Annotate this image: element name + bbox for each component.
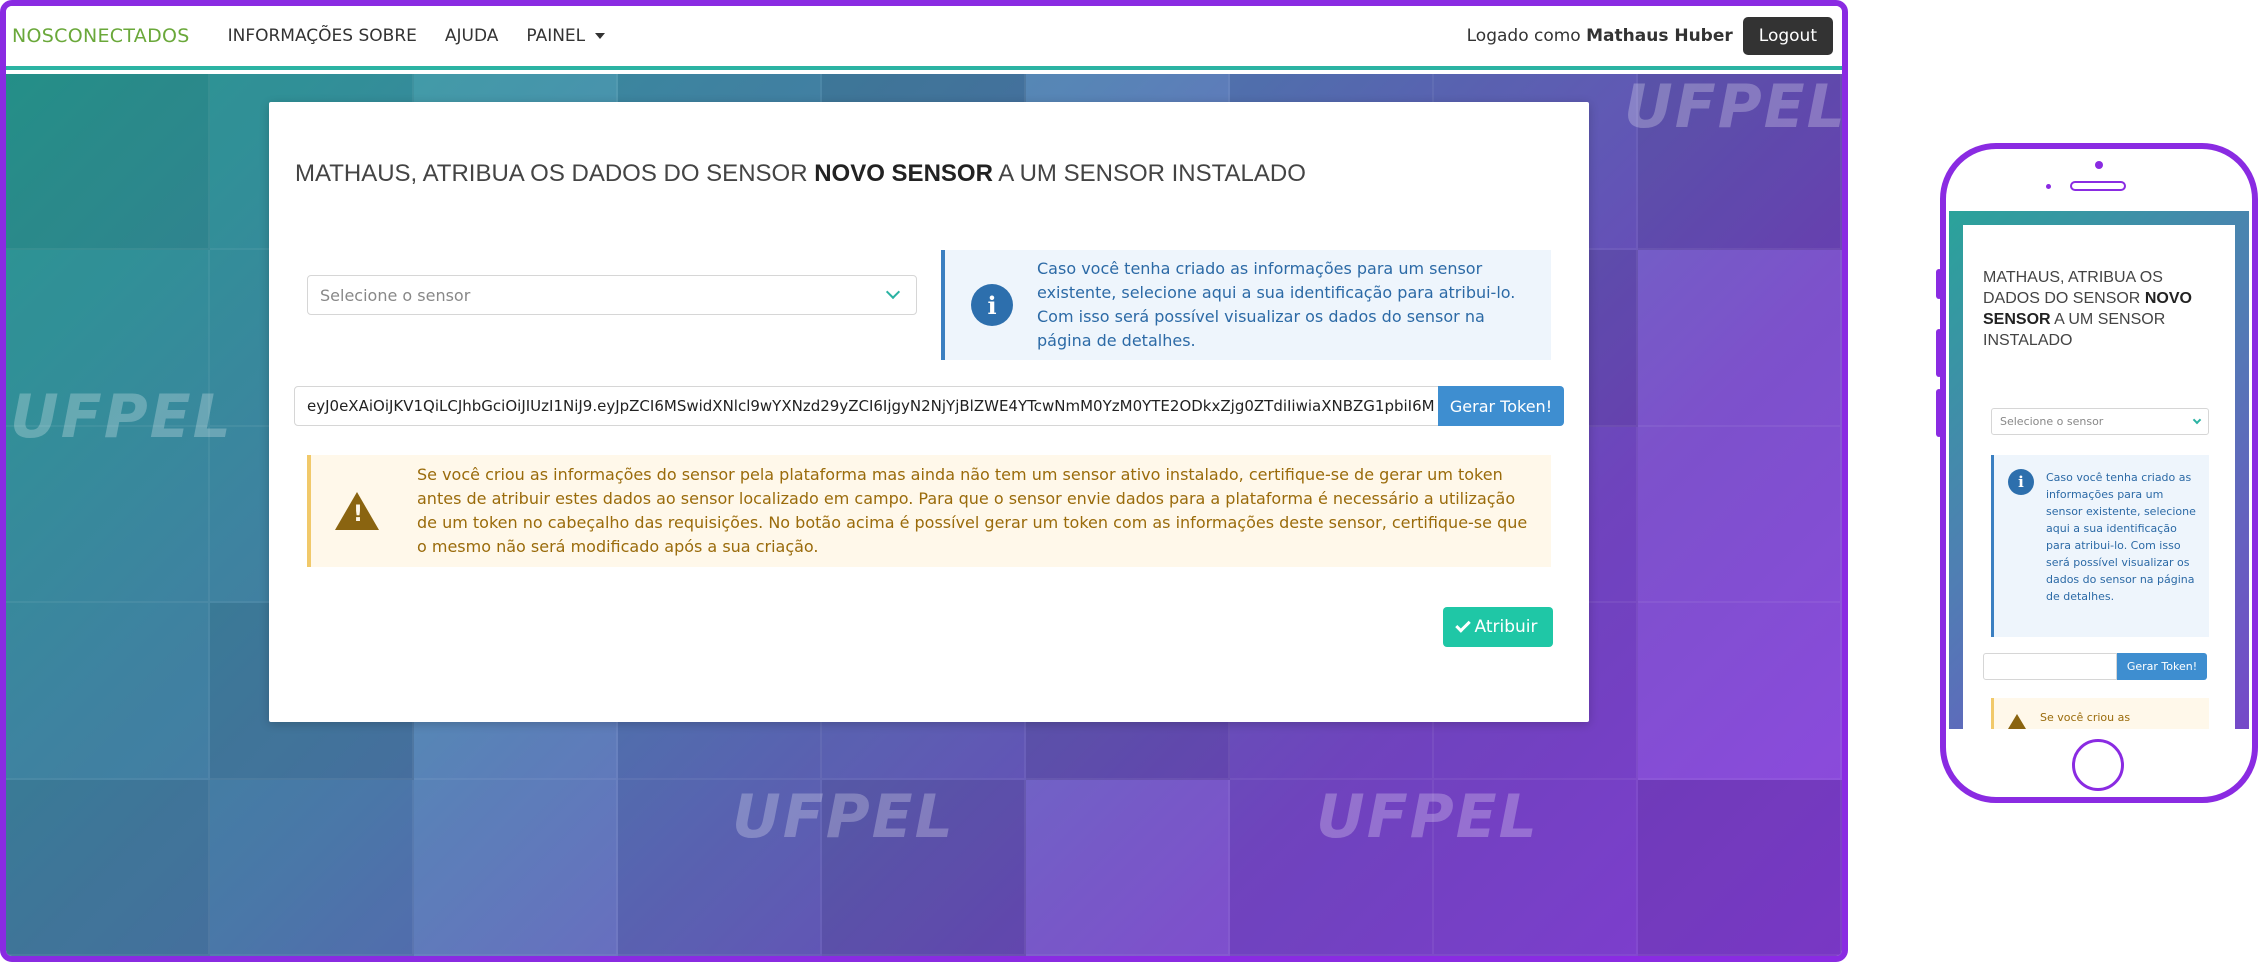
caret-down-icon (595, 33, 606, 39)
warning-alert: ! Se você criou as informações do sensor… (307, 455, 1551, 567)
token-input[interactable]: eyJ0eXAiOiJKV1QiLCJhbGciOiJIUzI1NiJ9.eyJ… (294, 386, 1440, 426)
mobile-generate-token-button[interactable]: Gerar Token! (2117, 653, 2207, 680)
logout-button[interactable]: Logout (1742, 17, 1833, 55)
info-alert: i Caso você tenha criado as informações … (941, 250, 1551, 360)
ufpel-watermark: UFPEL (732, 782, 955, 852)
photo-tile (1638, 426, 1842, 604)
mobile-title-prefix: MATHAUS, ATRIBUA OS DADOS DO SENSOR (1983, 269, 2163, 307)
phone-camera (2095, 161, 2103, 169)
warning-icon: ! (335, 492, 379, 530)
mobile-token-input[interactable] (1983, 653, 2117, 680)
photo-tile (1638, 250, 1842, 427)
desktop-frame: NOSCONECTADOS INFORMAÇÕES SOBRE AJUDA PA… (0, 0, 1848, 962)
nav-item-informacoes[interactable]: INFORMAÇÕES SOBRE (228, 26, 417, 46)
photo-tile (6, 603, 210, 780)
brand-logo[interactable]: NOSCONECTADOS (12, 25, 190, 47)
info-icon: i (971, 284, 1013, 326)
mobile-panel: MATHAUS, ATRIBUA OS DADOS DO SENSOR NOVO… (1963, 225, 2235, 729)
generate-token-button[interactable]: Gerar Token! (1438, 386, 1564, 426)
chevron-down-icon (2192, 415, 2202, 425)
user-name: Mathaus Huber (1586, 26, 1733, 46)
phone-side-button (1936, 389, 1942, 437)
assign-sensor-panel: MATHAUS, ATRIBUA OS DADOS DO SENSOR NOVO… (269, 102, 1589, 722)
ufpel-watermark: UFPEL (1624, 74, 1842, 142)
title-sensor-name: NOVO SENSOR (814, 160, 993, 187)
info-alert-text: Caso você tenha criado as informações pa… (1037, 259, 1516, 350)
assign-button[interactable]: Atribuir (1443, 607, 1553, 647)
mobile-page-title: MATHAUS, ATRIBUA OS DADOS DO SENSOR NOVO… (1983, 267, 2223, 351)
nav-item-label: INFORMAÇÕES SOBRE (227, 26, 417, 46)
photo-tile (414, 779, 618, 956)
mobile-warning-text: Se você criou as (2040, 711, 2131, 724)
logged-in-text: Logado como Mathaus Huber (1467, 26, 1733, 46)
phone-sensor-dot (2046, 184, 2051, 189)
photo-tile (1638, 779, 1842, 956)
phone-screen: MATHAUS, ATRIBUA OS DADOS DO SENSOR NOVO… (1949, 211, 2249, 729)
logged-prefix: Logado como (1466, 26, 1581, 46)
sensor-select-placeholder: Selecione o sensor (320, 285, 471, 305)
phone-mockup: MATHAUS, ATRIBUA OS DADOS DO SENSOR NOVO… (1936, 143, 2258, 803)
navbar: NOSCONECTADOS INFORMAÇÕES SOBRE AJUDA PA… (6, 6, 1842, 70)
phone-side-button (1936, 269, 1942, 299)
mobile-info-alert: i Caso você tenha criado as informações … (1991, 455, 2209, 637)
chevron-down-icon (885, 284, 901, 300)
nav-item-ajuda[interactable]: AJUDA (445, 26, 499, 46)
mobile-select-placeholder: Selecione o sensor (2000, 415, 2104, 428)
phone-side-button (1936, 329, 1942, 377)
mobile-sensor-select[interactable]: Selecione o sensor (1991, 408, 2209, 435)
photo-tile (1638, 603, 1842, 780)
warning-icon (2008, 714, 2026, 729)
phone-speaker (2070, 181, 2126, 191)
check-icon (1454, 617, 1471, 633)
title-prefix: MATHAUS, ATRIBUA OS DADOS DO SENSOR (295, 160, 808, 187)
ufpel-watermark: UFPEL (10, 382, 233, 452)
mobile-info-text: Caso você tenha criado as informações pa… (2046, 471, 2196, 603)
photo-tile (1026, 779, 1230, 956)
page-title: MATHAUS, ATRIBUA OS DADOS DO SENSOR NOVO… (295, 160, 1306, 188)
nav-item-label: AJUDA (444, 26, 499, 46)
photo-tile (6, 74, 210, 251)
nav-item-label: PAINEL (526, 26, 586, 46)
ufpel-watermark: UFPEL (1316, 782, 1539, 852)
photo-tile (6, 779, 210, 956)
nav-user-area: Logado como Mathaus Huber Logout (1467, 17, 1836, 55)
sensor-select[interactable]: Selecione o sensor (307, 275, 917, 315)
info-icon: i (2008, 469, 2034, 495)
photo-tile (6, 426, 210, 604)
warning-alert-text: Se você criou as informações do sensor p… (417, 465, 1528, 556)
nav-item-painel[interactable]: PAINEL (526, 26, 606, 46)
assign-button-label: Atribuir (1474, 617, 1538, 637)
mobile-warning-alert: Se você criou as (1991, 698, 2209, 729)
photo-tile (210, 779, 414, 956)
phone-home-button (2072, 739, 2124, 791)
title-suffix: A UM SENSOR INSTALADO (998, 160, 1306, 187)
